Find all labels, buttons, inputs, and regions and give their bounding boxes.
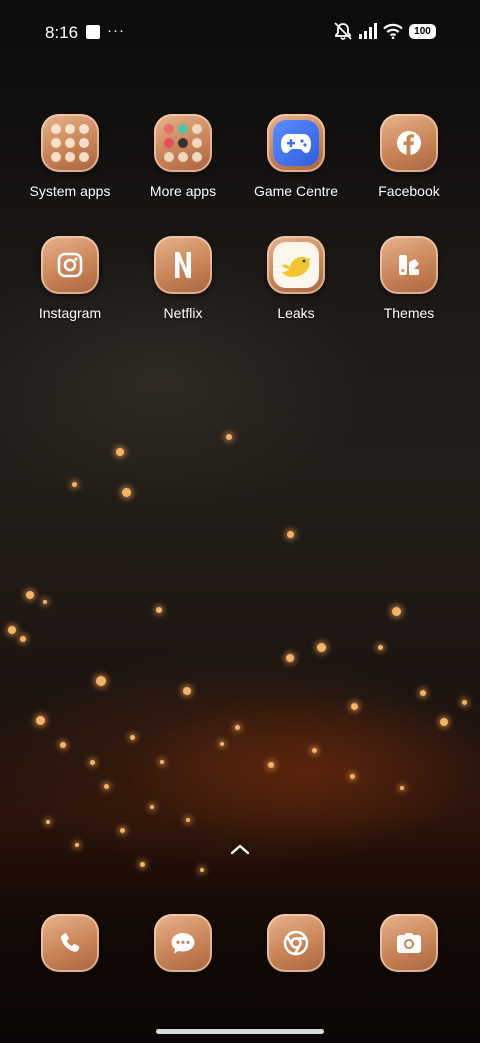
app-system-apps-folder[interactable]: System apps xyxy=(14,114,126,199)
folder-icon xyxy=(41,114,99,172)
app-instagram[interactable]: Instagram xyxy=(14,236,126,321)
dock-messages[interactable] xyxy=(127,914,239,972)
gamepad-icon xyxy=(273,120,319,166)
app-leaks[interactable]: Leaks xyxy=(240,236,352,321)
app-label: Instagram xyxy=(38,305,102,321)
bird-icon xyxy=(273,242,319,288)
dock-phone[interactable] xyxy=(14,914,126,972)
dock-camera[interactable] xyxy=(353,914,465,972)
netflix-icon xyxy=(175,252,191,278)
gesture-nav-handle[interactable] xyxy=(156,1029,324,1034)
app-label: Netflix xyxy=(163,305,203,321)
app-facebook[interactable]: Facebook xyxy=(353,114,465,199)
instagram-icon xyxy=(57,252,83,278)
dock-chrome[interactable] xyxy=(240,914,352,972)
status-bar: 8:16 ··· 100 xyxy=(0,0,480,64)
signal-icon xyxy=(359,23,377,39)
clock: 8:16 xyxy=(45,23,79,42)
facebook-icon xyxy=(397,131,421,155)
app-label: Facebook xyxy=(378,183,440,199)
chrome-icon xyxy=(283,930,309,956)
app-label: System apps xyxy=(29,183,111,199)
messages-icon xyxy=(171,933,195,954)
app-game-centre[interactable]: Game Centre xyxy=(240,114,352,199)
app-label: Themes xyxy=(383,305,435,321)
app-label: More apps xyxy=(149,183,217,199)
notification-icon xyxy=(86,25,100,39)
battery-icon: 100 xyxy=(409,23,436,39)
app-more-apps-folder[interactable]: More apps xyxy=(127,114,239,199)
mute-icon xyxy=(334,22,352,40)
folder-icon xyxy=(154,114,212,172)
app-label: Leaks xyxy=(277,305,315,321)
app-label: Game Centre xyxy=(253,183,339,199)
camera-icon xyxy=(397,933,421,953)
more-indicator: ··· xyxy=(107,22,125,39)
phone-icon xyxy=(61,933,80,952)
themes-icon xyxy=(399,255,419,275)
app-netflix[interactable]: Netflix xyxy=(127,236,239,321)
app-drawer-arrow-icon[interactable] xyxy=(228,841,252,857)
wifi-icon xyxy=(383,23,403,39)
app-themes[interactable]: Themes xyxy=(353,236,465,321)
system-icons: 100 xyxy=(333,22,436,40)
